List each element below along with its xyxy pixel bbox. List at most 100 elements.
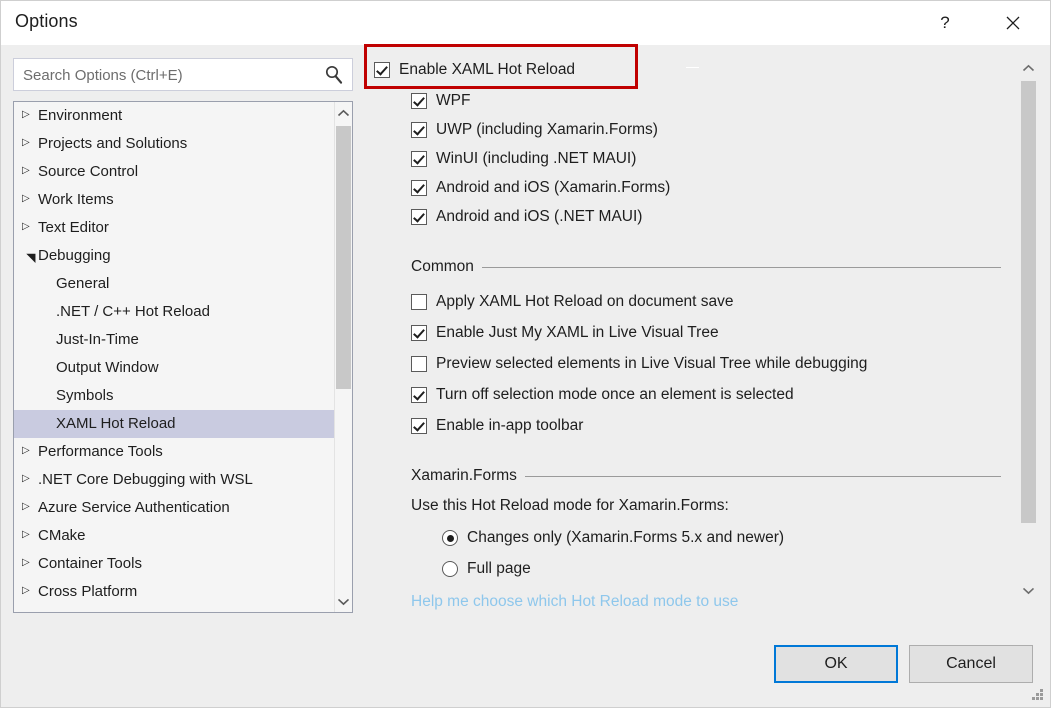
chevron-right-icon[interactable]: ▷ [22,437,38,465]
tree-item-label: .NET / C++ Hot Reload [56,303,210,321]
common-checkbox[interactable] [411,356,427,372]
tree-item-environment[interactable]: ▷ Environment [14,102,334,130]
scroll-up-icon[interactable] [335,104,352,122]
tree-item-cross-platform[interactable]: ▷ Cross Platform [14,578,334,606]
tree-item-just-in-time[interactable]: Just-In-Time [14,326,334,354]
tree-item-text-editor[interactable]: ▷ Text Editor [14,214,334,242]
help-choose-mode-link[interactable]: Help me choose which Hot Reload mode to … [411,593,738,611]
close-icon[interactable] [990,1,1036,45]
chevron-right-icon[interactable]: ▷ [22,521,38,549]
tree-item-debugging[interactable]: ◢Debugging [14,242,334,270]
common-checkbox-row[interactable]: Enable Just My XAML in Live Visual Tree [411,322,719,344]
xamarin-mode-radio[interactable] [442,530,458,546]
common-checkbox[interactable] [411,294,427,310]
xamarin-mode-prompt: Use this Hot Reload mode for Xamarin.For… [411,497,729,514]
common-checkbox-row[interactable]: Enable in-app toolbar [411,415,583,437]
tree-item-general[interactable]: General [14,270,334,298]
chevron-right-icon[interactable]: ▷ [22,213,38,241]
tree-item-label: Container Tools [38,555,142,573]
tree-item-work-items[interactable]: ▷ Work Items [14,186,334,214]
common-checkbox-row[interactable]: Apply XAML Hot Reload on document save [411,291,734,313]
tree-item-output-window[interactable]: Output Window [14,354,334,382]
tree-item-label: Projects and Solutions [38,135,188,153]
common-group-title: Common [411,258,474,275]
tree-item-label: Output Window [56,359,159,377]
xamarin-mode-radio-row[interactable]: Full page [442,558,531,580]
tree-item-net-core-debugging-with-wsl[interactable]: ▷ .NET Core Debugging with WSL [14,466,334,494]
tree-item-source-control[interactable]: ▷ Source Control [14,158,334,186]
platform-checkbox-label: Android and iOS (.NET MAUI) [436,208,643,225]
tree-item-cmake[interactable]: ▷ CMake [14,522,334,550]
cancel-button[interactable]: Cancel [909,645,1033,683]
chevron-right-icon[interactable]: ▷ [22,129,38,157]
tree-item-list: ▷ Environment ▷ Projects and Solutions ▷ Sour… [14,102,334,606]
tree-item-label: Performance Tools [38,443,163,461]
common-checkbox-label: Enable Just My XAML in Live Visual Tree [436,324,719,341]
chevron-down-icon[interactable]: ◢ [16,247,44,263]
chevron-right-icon[interactable]: ▷ [22,102,38,129]
resize-grip-icon[interactable] [1031,689,1044,702]
common-checkbox-row[interactable]: Turn off selection mode once an element … [411,384,794,406]
enable-xaml-hot-reload-checkbox-row[interactable]: Enable XAML Hot Reload [374,59,575,81]
tree-item-label: .NET Core Debugging with WSL [38,471,253,489]
panel-scrollbar-thumb[interactable] [1021,81,1036,523]
tree-item-label: Source Control [38,163,139,181]
platform-checkbox-row[interactable]: WinUI (including .NET MAUI) [411,148,636,170]
platform-checkbox-row[interactable]: Android and iOS (Xamarin.Forms) [411,177,670,199]
search-icon[interactable] [323,64,345,86]
master-group-rule [686,67,699,68]
chevron-right-icon[interactable]: ▷ [22,577,38,605]
platform-checkbox-row[interactable]: UWP (including Xamarin.Forms) [411,119,658,141]
options-category-tree[interactable]: ▷ Environment ▷ Projects and Solutions ▷ Sour… [13,101,353,613]
common-checkbox[interactable] [411,418,427,434]
options-panel-scrollbar[interactable] [1020,49,1038,613]
xamarin-mode-radio-row[interactable]: Changes only (Xamarin.Forms 5.x and newe… [442,527,784,549]
tree-item-azure-service-authentication[interactable]: ▷ Azure Service Authentication [14,494,334,522]
tree-item-xaml-hot-reload[interactable]: XAML Hot Reload [14,410,334,438]
platform-checkbox-label: UWP (including Xamarin.Forms) [436,121,658,138]
common-checkbox[interactable] [411,325,427,341]
platform-checkbox-row[interactable]: Android and iOS (.NET MAUI) [411,206,642,228]
tree-item-container-tools[interactable]: ▷ Container Tools [14,550,334,578]
platform-checkbox[interactable] [411,122,427,138]
question-mark-icon[interactable]: ? [922,1,968,45]
chevron-right-icon[interactable]: ▷ [22,549,38,577]
tree-item-net-c-hot-reload[interactable]: .NET / C++ Hot Reload [14,298,334,326]
common-checkbox[interactable] [411,387,427,403]
chevron-right-icon[interactable]: ▷ [22,465,38,493]
tree-item-label: Just-In-Time [56,331,139,349]
tree-item-symbols[interactable]: Symbols [14,382,334,410]
platform-checkbox[interactable] [411,151,427,167]
options-dialog: Options ? ▷Environment▷Projects and Solu… [0,0,1051,708]
platform-checkbox-row[interactable]: WPF [411,90,470,112]
enable-xaml-hot-reload-checkbox[interactable] [374,62,390,78]
title-bar: Options ? [1,1,1050,45]
platform-checkbox-label: WPF [436,92,471,109]
scroll-down-icon[interactable] [335,592,352,610]
panel-scroll-down-icon[interactable] [1020,581,1037,599]
search-input[interactable] [23,65,318,85]
chevron-right-icon[interactable]: ▷ [22,185,38,213]
common-checkbox-row[interactable]: Preview selected elements in Live Visual… [411,353,867,375]
tree-item-performance-tools[interactable]: ▷ Performance Tools [14,438,334,466]
tree-item-projects-and-solutions[interactable]: ▷ Projects and Solutions [14,130,334,158]
platform-checkbox[interactable] [411,180,427,196]
common-group-rule [481,266,1001,268]
tree-scrollbar-thumb[interactable] [336,126,351,389]
tree-item-label: Cross Platform [38,583,138,601]
platform-checkbox[interactable] [411,209,427,225]
xamarin-group-title: Xamarin.Forms [411,467,517,484]
search-box[interactable] [13,58,353,91]
ok-button[interactable]: OK [774,645,898,683]
chevron-right-icon[interactable]: ▷ [22,493,38,521]
common-checkbox-label: Preview selected elements in Live Visual… [436,355,868,372]
enable-xaml-hot-reload-label: Enable XAML Hot Reload [399,61,576,78]
chevron-right-icon[interactable]: ▷ [22,157,38,185]
platform-checkbox[interactable] [411,93,427,109]
platform-checkbox-label: WinUI (including .NET MAUI) [436,150,637,167]
xamarin-mode-radio[interactable] [442,561,458,577]
tree-scrollbar[interactable] [334,102,352,612]
xamarin-group-rule [524,475,1001,477]
tree-item-label: XAML Hot Reload [56,415,176,433]
panel-scroll-up-icon[interactable] [1020,59,1037,77]
